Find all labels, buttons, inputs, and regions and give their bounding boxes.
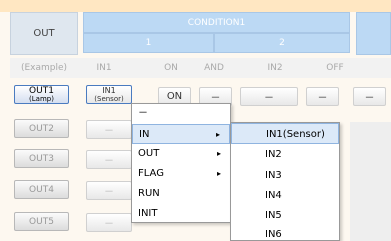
condition1-label: CONDITION1 (187, 17, 246, 28)
out1-sublabel: (Lamp) (29, 94, 54, 103)
submenu-item-in1[interactable]: IN1(Sensor) (231, 123, 339, 144)
menu-item-in-label: IN (139, 129, 150, 140)
out5-button[interactable]: OUT5 (14, 212, 69, 231)
menu-item-flag-label: FLAG (138, 168, 164, 179)
menu-item-run[interactable]: RUN (132, 184, 230, 204)
condition-context-menu: － IN ▸ OUT ▸ FLAG ▸ RUN INIT (131, 103, 231, 223)
out2-label: OUT2 (29, 123, 54, 134)
submenu-item-in2-label: IN2 (265, 149, 282, 160)
submenu-arrow-icon: ▸ (215, 130, 220, 139)
right-column-background (350, 122, 391, 241)
condition2-input-select[interactable]: － (240, 87, 298, 106)
out-column-header: OUT (10, 12, 78, 55)
condition2-state-select[interactable]: － (306, 87, 339, 106)
condition2-state-label: － (317, 93, 328, 104)
out5-input-label: － (104, 219, 114, 230)
state-label: ON (166, 91, 183, 102)
out4-label: OUT4 (29, 184, 54, 195)
out4-button[interactable]: OUT4 (14, 180, 69, 199)
input-select-sublabel: (Sensor) (94, 94, 124, 103)
example-in2: IN2 (267, 63, 283, 73)
submenu-item-in6-label: IN6 (265, 229, 282, 240)
menu-item-flag[interactable]: FLAG ▸ (132, 164, 230, 184)
submenu-item-in4-label: IN4 (265, 190, 282, 201)
out4-input-select[interactable]: － (86, 181, 132, 200)
submenu-arrow-icon: ▸ (216, 149, 221, 158)
condition1-header: CONDITION1 (83, 12, 350, 33)
condition-input-select[interactable]: IN1 (Sensor) (86, 85, 132, 104)
submenu-item-in5[interactable]: IN5 (231, 205, 339, 226)
menu-item-in[interactable]: IN ▸ (132, 124, 230, 144)
submenu-item-in3[interactable]: IN3 (231, 165, 339, 186)
menu-item-out[interactable]: OUT ▸ (132, 144, 230, 164)
submenu-item-in4[interactable]: IN4 (231, 185, 339, 206)
out5-label: OUT5 (29, 216, 54, 227)
out2-button[interactable]: OUT2 (14, 119, 69, 138)
out3-button[interactable]: OUT3 (14, 149, 69, 168)
example-on: ON (164, 63, 178, 73)
menu-item-run-label: RUN (138, 188, 160, 199)
out3-label: OUT3 (29, 153, 54, 164)
menu-item-none[interactable]: － (132, 104, 230, 124)
out-header-label: OUT (33, 28, 55, 39)
top-frame (0, 0, 391, 12)
out2-input-label: － (104, 126, 114, 137)
input-submenu: IN1(Sensor) IN2 IN3 IN4 IN5 IN6 (230, 122, 340, 241)
submenu-item-in2[interactable]: IN2 (231, 144, 339, 165)
out3-input-select[interactable]: － (86, 150, 132, 169)
submenu-arrow-icon: ▸ (216, 169, 221, 178)
operator-label: － (210, 93, 221, 104)
input-select-label: IN1 (102, 85, 116, 95)
menu-item-out-label: OUT (138, 148, 160, 159)
out1-label: OUT1 (29, 85, 54, 96)
next-cell-label: － (364, 93, 375, 104)
col2-label: 2 (279, 38, 285, 48)
example-label: (Example) (20, 63, 68, 73)
menu-item-init[interactable]: INIT (132, 204, 230, 224)
next-cell-select[interactable]: － (353, 87, 386, 106)
next-condition-header (356, 12, 391, 55)
out1-button[interactable]: OUT1 (Lamp) (14, 85, 69, 104)
condition2-input-label: － (264, 93, 274, 104)
out2-input-select[interactable]: － (86, 120, 132, 139)
condition-col-2-header: 2 (214, 33, 350, 53)
out3-input-label: － (104, 156, 114, 167)
example-and: AND (204, 63, 224, 73)
submenu-item-in6[interactable]: IN6 (231, 224, 339, 240)
out4-input-label: － (104, 187, 114, 198)
submenu-item-in5-label: IN5 (265, 210, 282, 221)
menu-item-none-label: － (138, 108, 148, 119)
condition-col-1-header: 1 (83, 33, 214, 53)
example-row: (Example) IN1 ON AND IN2 OFF (10, 58, 391, 78)
example-off: OFF (326, 63, 344, 73)
menu-item-init-label: INIT (138, 208, 158, 219)
submenu-item-in1-label: IN1(Sensor) (266, 129, 325, 140)
col1-label: 1 (145, 38, 152, 48)
submenu-item-in3-label: IN3 (265, 170, 282, 181)
example-in1: IN1 (96, 63, 112, 73)
out5-input-select[interactable]: － (86, 213, 132, 232)
